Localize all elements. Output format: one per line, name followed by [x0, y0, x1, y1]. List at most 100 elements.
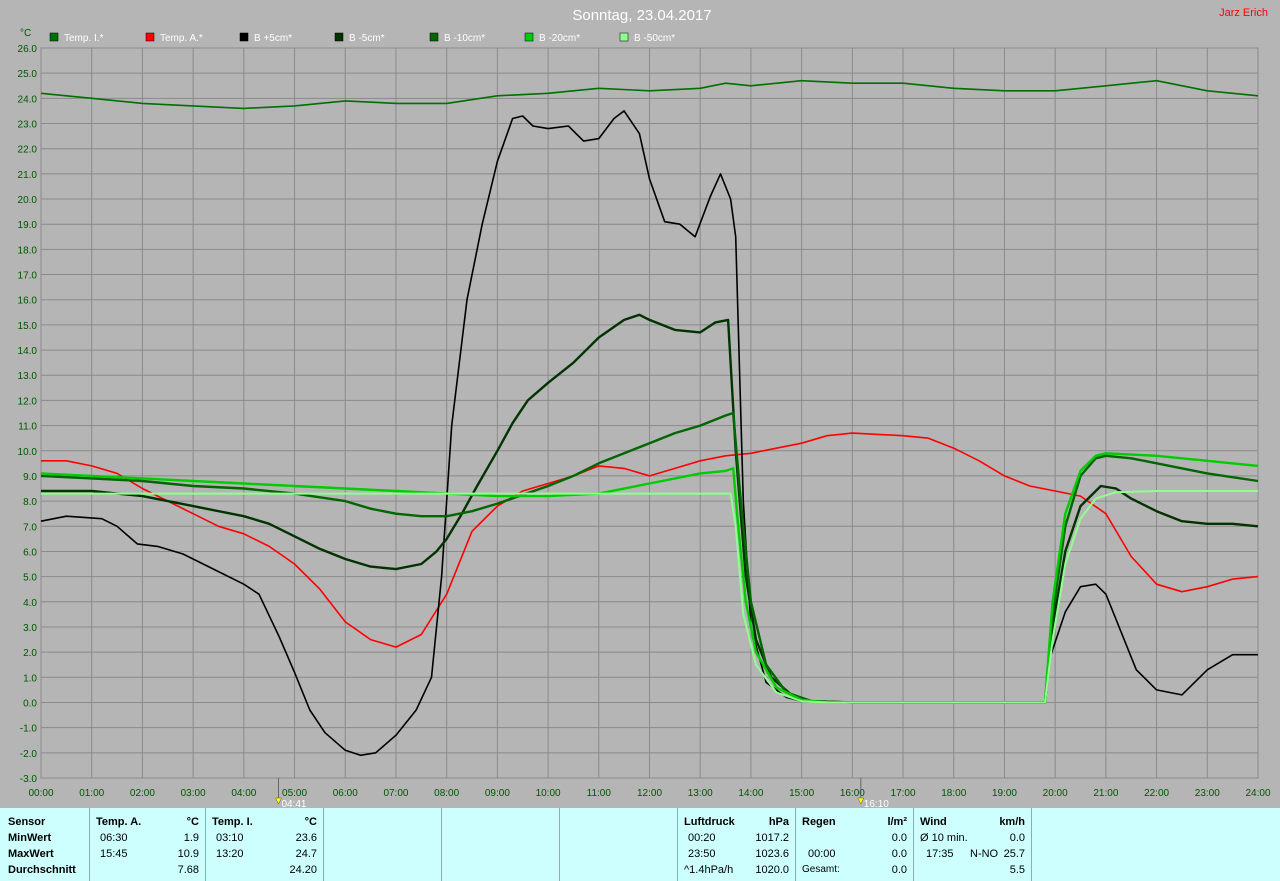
y-tick-label: 16.0 — [18, 296, 38, 307]
y-tick-label: 6.0 — [23, 547, 37, 558]
wind-avg: 5.5 — [1009, 864, 1025, 876]
legend-swatch — [429, 32, 439, 42]
empty-column-2 — [442, 808, 560, 881]
y-tick-label: 21.0 — [18, 170, 38, 181]
regen-total-value: 0.0 — [891, 864, 907, 876]
wind-avg10-value: 0.0 — [1009, 832, 1025, 844]
y-tick-label: 4.0 — [23, 598, 37, 609]
temperature-chart: 26.0 25.0 24.0 23.0 22.0 21.0 20.0 19.0 18.0 17.0… — [18, 7, 1271, 808]
luftdruck-min-time: 00:20 — [688, 832, 716, 844]
x-tick-label: 07:00 — [383, 788, 408, 799]
x-tick-label: 20:00 — [1043, 788, 1068, 799]
y-axis: 26.0 25.0 24.0 23.0 22.0 21.0 20.0 19.0 18.0 17.0… — [18, 44, 38, 785]
x-tick-label: 02:00 — [130, 788, 155, 799]
wind-column: Wind km/h Ø 10 min. 0.0 17:35 N-NO 25.7 … — [914, 808, 1032, 881]
x-tick-label: 14:00 — [738, 788, 763, 799]
y-tick-label: 10.0 — [18, 447, 38, 458]
chart-legend: Temp. I.* Temp. A.* B +5cm* B -5cm* B -10cm*… — [49, 32, 675, 44]
regen-total-label: Gesamt: — [802, 864, 840, 875]
x-tick-label: 05:00 — [282, 788, 307, 799]
wind-max-direction: N-NO — [970, 848, 999, 860]
temp-i-min-value: 23.6 — [295, 832, 317, 844]
temp-a-column: Temp. A. °C 06:30 1.9 15:45 10.9 7.68 — [90, 808, 206, 881]
x-tick-label: 04:00 — [231, 788, 256, 799]
legend-label: B -5cm* — [349, 33, 385, 44]
wind-header: Wind — [920, 816, 947, 828]
legend-label: B -20cm* — [539, 33, 580, 44]
empty-column-1 — [324, 808, 442, 881]
chart-title: Sonntag, 23.04.2017 — [572, 7, 711, 24]
temp-a-max-time: 15:45 — [100, 848, 128, 860]
legend-swatch — [524, 32, 534, 42]
marker-label: 16:10 — [864, 799, 889, 808]
x-tick-label: 21:00 — [1093, 788, 1118, 799]
temp-a-avg: 7.68 — [177, 864, 199, 876]
x-tick-label: 09:00 — [485, 788, 510, 799]
y-tick-label: 15.0 — [18, 321, 38, 332]
sensor-column: Sensor MinWert MaxWert Durchschnitt — [0, 808, 90, 881]
wind-max-time: 17:35 — [926, 848, 954, 860]
luftdruck-max-time: 23:50 — [688, 848, 716, 860]
x-tick-label: 18:00 — [941, 788, 966, 799]
temp-i-max-time: 13:20 — [216, 848, 244, 860]
x-tick-label: 08:00 — [434, 788, 459, 799]
y-tick-label: 12.0 — [18, 396, 38, 407]
y-tick-label: 24.0 — [18, 94, 38, 105]
regen-max-value: 0.0 — [891, 848, 907, 860]
luftdruck-min-value: 1017.2 — [755, 832, 789, 844]
y-tick-label: 1.0 — [23, 673, 37, 684]
legend-label: B +5cm* — [254, 33, 292, 44]
y-tick-label: 23.0 — [18, 120, 38, 131]
luftdruck-header: Luftdruck — [684, 816, 735, 828]
regen-unit: l/m² — [887, 816, 907, 828]
y-tick-label: 13.0 — [18, 371, 38, 382]
luftdruck-unit: hPa — [768, 816, 789, 828]
marker-label: 04:41 — [281, 799, 306, 808]
legend-label: Temp. I.* — [64, 33, 104, 44]
luftdruck-column: Luftdruck hPa 00:20 1017.2 23:50 1023.6 … — [678, 808, 796, 881]
row-label-avg: Durchschnitt — [8, 864, 76, 876]
temp-i-max-value: 24.7 — [295, 848, 317, 860]
y-tick-label: 0.0 — [23, 698, 37, 709]
temp-a-unit: °C — [186, 816, 199, 828]
y-tick-label: -2.0 — [20, 749, 38, 760]
y-tick-label: 8.0 — [23, 497, 37, 508]
legend-swatch — [49, 32, 59, 42]
row-label-min: MinWert — [8, 832, 52, 844]
row-label-max: MaxWert — [8, 848, 54, 860]
legend-label: B -10cm* — [444, 33, 485, 44]
y-tick-label: 2.0 — [23, 648, 37, 659]
legend-label: Temp. A.* — [160, 33, 203, 44]
x-tick-label: 19:00 — [992, 788, 1017, 799]
y-tick-label: 18.0 — [18, 245, 38, 256]
temp-a-min-value: 1.9 — [183, 832, 199, 844]
regen-min-value: 0.0 — [891, 832, 907, 844]
wind-max-value: 25.7 — [1003, 848, 1025, 860]
x-tick-label: 11:00 — [587, 788, 612, 799]
x-tick-label: 01:00 — [79, 788, 104, 799]
regen-column: Regen l/m² 0.0 00:00 0.0 Gesamt: 0.0 — [796, 808, 914, 881]
temp-i-avg: 24.20 — [289, 864, 317, 876]
y-tick-label: 17.0 — [18, 271, 38, 282]
y-tick-label: 9.0 — [23, 472, 37, 483]
luftdruck-avg: 1020.0 — [755, 864, 789, 876]
statistics-panel: Sensor MinWert MaxWert Durchschnitt Temp… — [0, 808, 1280, 881]
y-tick-label: -3.0 — [20, 774, 38, 785]
x-tick-label: 23:00 — [1195, 788, 1220, 799]
legend-swatch — [239, 32, 249, 42]
x-tick-label: 12:00 — [637, 788, 662, 799]
legend-swatch — [334, 32, 344, 42]
wind-unit: km/h — [999, 816, 1025, 828]
temp-i-min-time: 03:10 — [216, 832, 244, 844]
y-tick-label: 14.0 — [18, 346, 38, 357]
x-tick-label: 22:00 — [1144, 788, 1169, 799]
x-tick-label: 17:00 — [891, 788, 916, 799]
y-tick-label: 20.0 — [18, 195, 38, 206]
legend-swatch — [619, 32, 629, 42]
x-axis: 00:00 01:00 02:00 03:00 04:00 05:00 06:00 07:00… — [28, 788, 1270, 799]
sensor-header: Sensor — [8, 816, 46, 828]
y-tick-label: 26.0 — [18, 44, 38, 55]
empty-column-3 — [560, 808, 678, 881]
x-tick-label: 03:00 — [181, 788, 206, 799]
y-tick-label: 5.0 — [23, 573, 37, 584]
